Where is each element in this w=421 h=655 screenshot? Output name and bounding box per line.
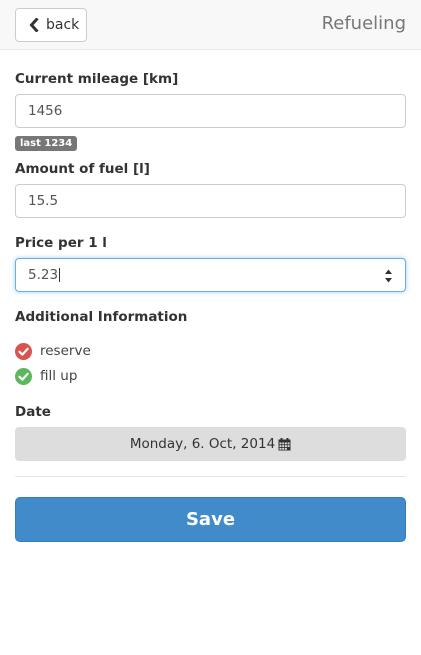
additional-info-label: Additional Information — [15, 309, 188, 325]
back-button-label: back — [46, 17, 80, 33]
fill-up-option[interactable]: fill up — [15, 365, 406, 387]
fuel-amount-input[interactable]: 15.5 — [15, 184, 406, 218]
number-spinner-icon[interactable] — [384, 267, 393, 285]
price-label: Price per 1 l — [15, 235, 107, 251]
mileage-label: Current mileage [km] — [15, 71, 179, 87]
save-button[interactable]: Save — [15, 497, 406, 542]
check-circle-green-icon — [15, 367, 32, 385]
price-input-value: 5.23 — [28, 267, 59, 283]
back-button[interactable]: back — [15, 8, 87, 42]
reserve-option[interactable]: reserve — [15, 340, 406, 362]
last-mileage-badge: last 1234 — [15, 136, 78, 151]
page-title: Refueling — [321, 13, 406, 34]
refueling-form: Current mileage [km] 1456 last 1234 Amou… — [0, 71, 421, 542]
date-value: Monday, 6. Oct, 2014 — [129, 436, 276, 452]
mileage-input[interactable]: 1456 — [15, 94, 406, 128]
date-picker-button[interactable]: Monday, 6. Oct, 2014 — [15, 427, 406, 461]
additional-options: reserve fill up — [15, 340, 406, 387]
reserve-option-label: reserve — [40, 343, 91, 359]
fuel-amount-label: Amount of fuel [l] — [15, 161, 150, 177]
date-label: Date — [15, 404, 51, 420]
fill-up-option-label: fill up — [40, 368, 78, 384]
price-input[interactable]: 5.23 — [15, 258, 406, 292]
top-navbar: back Refueling — [0, 0, 421, 50]
check-circle-red-icon — [15, 342, 32, 360]
text-cursor — [59, 268, 61, 282]
mileage-input-value: 1456 — [28, 103, 63, 119]
form-divider — [15, 476, 406, 477]
chevron-left-icon — [29, 18, 39, 32]
calendar-icon — [278, 437, 291, 450]
fuel-amount-input-value: 15.5 — [28, 193, 59, 209]
